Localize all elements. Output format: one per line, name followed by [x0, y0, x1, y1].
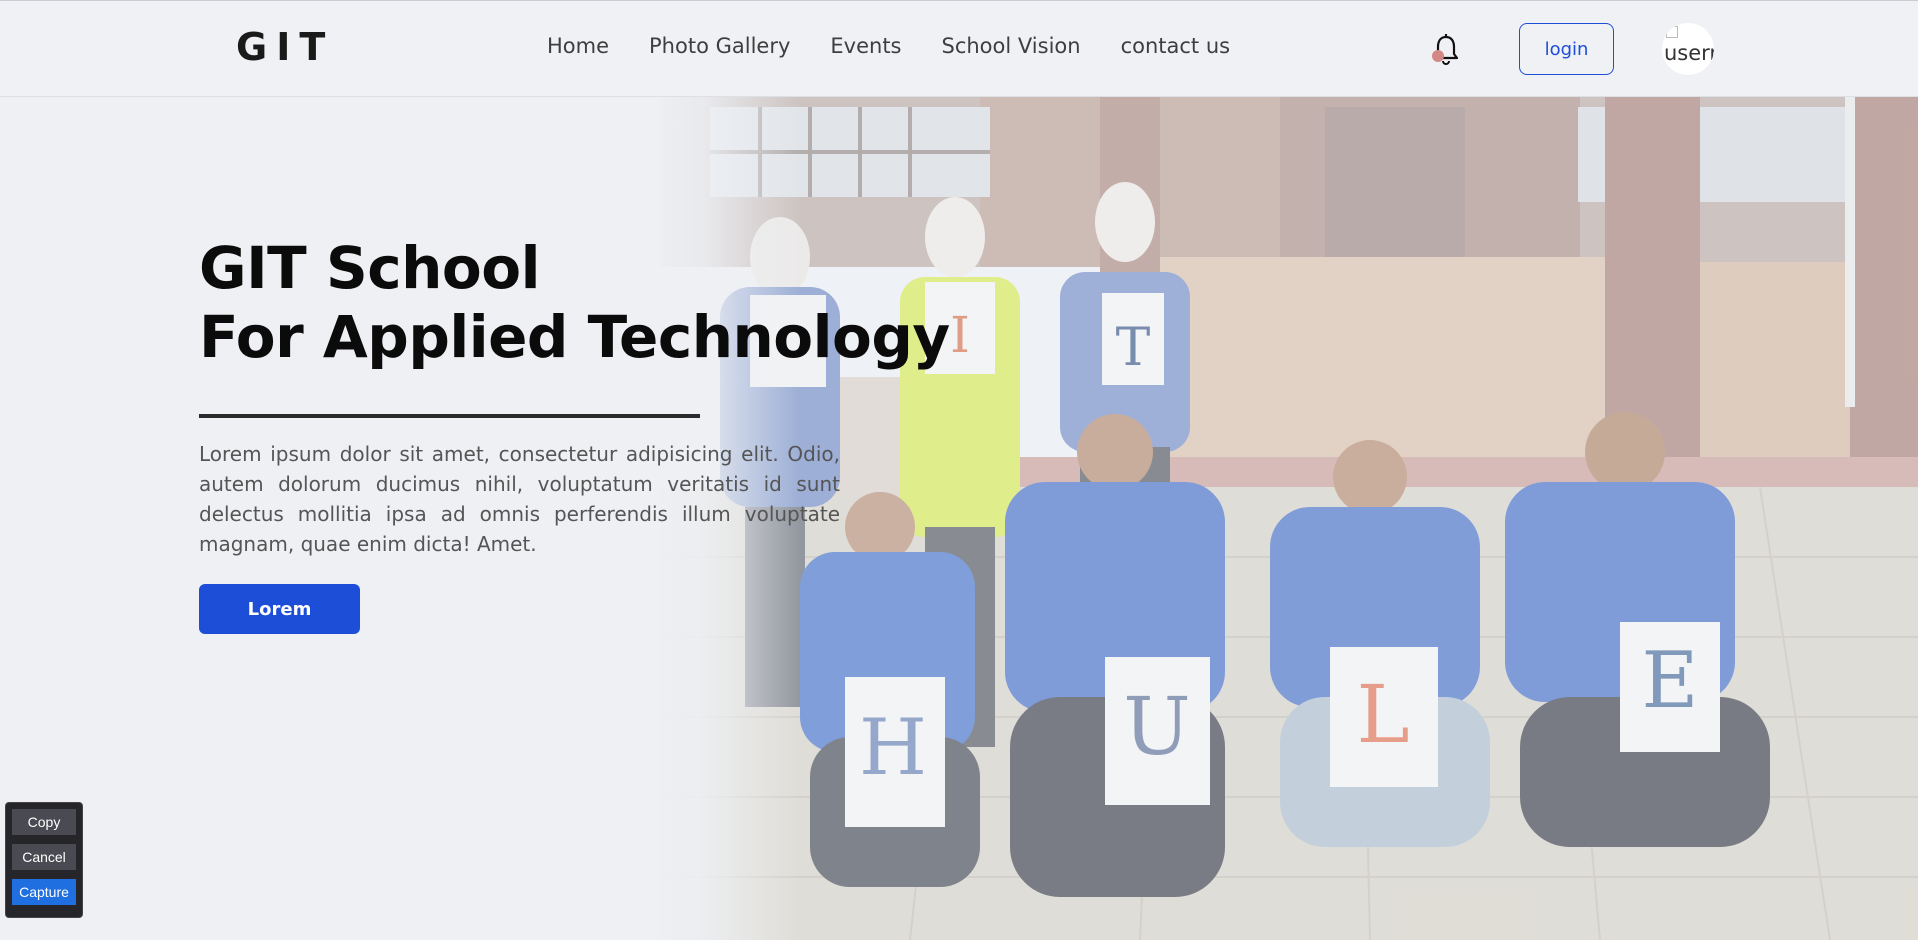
notification-dot: [1432, 50, 1444, 62]
hero-title-line1: GIT School: [199, 234, 540, 302]
hero-title: GIT School For Applied Technology: [199, 234, 950, 372]
main-nav: Home Photo Gallery Events School Vision …: [547, 34, 1230, 58]
copy-button[interactable]: Copy: [12, 809, 76, 835]
hero-description: Lorem ipsum dolor sit amet, consectetur …: [199, 442, 840, 556]
nav-link-events[interactable]: Events: [830, 34, 901, 58]
capture-button[interactable]: Capture: [12, 879, 76, 905]
broken-image-icon: [1666, 26, 1678, 38]
hero-divider: [199, 414, 700, 418]
capture-toolbar: Copy Cancel Capture: [5, 802, 83, 918]
site-logo[interactable]: GIT: [236, 25, 334, 69]
hero-title-line2: For Applied Technology: [199, 303, 950, 371]
navbar: GIT Home Photo Gallery Events School Vis…: [0, 0, 1918, 97]
avatar-alt-text: userr: [1664, 41, 1714, 65]
login-button[interactable]: login: [1519, 23, 1614, 75]
nav-link-photo-gallery[interactable]: Photo Gallery: [649, 34, 790, 58]
hero-cta-button[interactable]: Lorem: [199, 584, 360, 634]
avatar[interactable]: userr: [1662, 23, 1714, 75]
nav-link-home[interactable]: Home: [547, 34, 609, 58]
nav-link-school-vision[interactable]: School Vision: [942, 34, 1081, 58]
hero-photo-veil: [660, 97, 1918, 940]
cancel-button[interactable]: Cancel: [12, 844, 76, 870]
nav-link-contact-us[interactable]: contact us: [1121, 34, 1231, 58]
